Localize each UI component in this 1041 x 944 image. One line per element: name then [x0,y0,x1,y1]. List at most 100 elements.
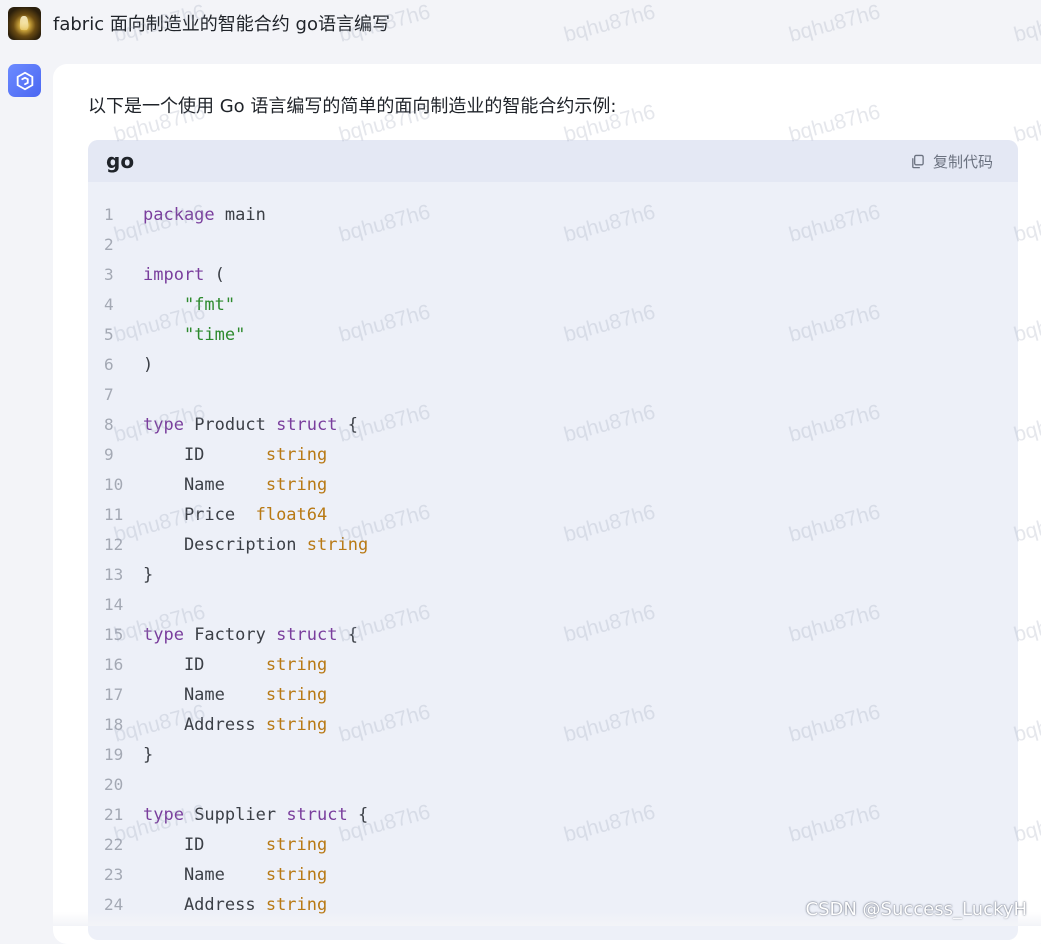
code-token: ID [143,835,266,855]
line-number: 14 [104,595,124,614]
code-token: string [265,655,328,675]
code-line: 3 import ( [88,260,1018,290]
code-token: Address [143,715,266,735]
user-message-row: fabric 面向制造业的智能合约 go语言编写 [8,6,390,40]
answer-card: 以下是一个使用 Go 语言编写的简单的面向制造业的智能合约示例: go 复制代码… [53,64,1041,944]
code-token: import [143,265,205,285]
line-number: 17 [104,685,124,704]
bot-logo-icon [8,64,41,97]
line-number: 15 [104,625,124,644]
watermark-text: bqhu87h6 [561,0,658,47]
code-token: float64 [255,505,328,525]
code-token: Name [143,685,266,705]
code-block-header: go 复制代码 [88,140,1018,182]
code-text: Name string [130,860,327,890]
user-avatar[interactable] [8,6,41,40]
code-token: ID [143,655,266,675]
code-token: type [143,625,184,645]
code-body[interactable]: 1 package main 2 3 import (4 "fmt" 5 "time" 6)… [88,200,1018,920]
code-text: Address string [130,710,327,740]
copy-code-label: 复制代码 [932,152,993,171]
code-token: Supplier [183,805,287,825]
code-line: 13} [88,560,1018,590]
code-token: struct [276,625,338,645]
line-number: 6 [104,355,114,374]
code-text: ) [130,350,153,380]
code-token: Name [143,865,266,885]
code-line: 10 Name string [88,470,1018,500]
code-text: } [130,740,153,770]
code-line: 23 Name string [88,860,1018,890]
line-number: 5 [104,325,114,344]
code-line: 19} [88,740,1018,770]
code-token: Product [183,415,277,435]
code-line: 14 [88,590,1018,620]
watermark-text: bqhu87h6 [786,0,883,47]
code-text: Name string [130,680,327,710]
code-language-label: go [106,149,135,173]
code-line: 6) [88,350,1018,380]
code-token: { [337,415,358,435]
code-line: 16 ID string [88,650,1018,680]
code-line: 11 Price float64 [88,500,1018,530]
code-token: string [306,535,369,555]
code-text: "time" [130,320,245,350]
code-text: package main [130,200,266,230]
code-text: import ( [130,260,225,290]
line-number: 9 [104,445,114,464]
line-number: 3 [104,265,114,284]
line-number: 4 [104,295,114,314]
code-line: 22 ID string [88,830,1018,860]
code-line: 9 ID string [88,440,1018,470]
code-line: 7 [88,380,1018,410]
code-token: package [143,205,215,225]
line-number: 21 [104,805,124,824]
code-line: 4 "fmt" [88,290,1018,320]
code-block: go 复制代码 1 package main 2 3 import (4 "fmt" 5 … [88,140,1018,940]
copy-code-button[interactable]: 复制代码 [910,151,993,172]
code-token: "fmt" [183,295,236,315]
line-number: 23 [104,865,124,884]
code-token: string [265,475,328,495]
code-token: struct [276,415,338,435]
code-line: 2 [88,230,1018,260]
code-token: struct [286,805,348,825]
code-text: Name string [130,470,327,500]
code-token: { [347,805,369,825]
line-number: 16 [104,655,124,674]
code-token: string [265,835,328,855]
line-number: 20 [104,775,124,794]
code-text: ID string [130,830,327,860]
code-token: string [265,445,328,465]
code-line: 17 Name string [88,680,1018,710]
code-token: Price [143,505,256,525]
line-number: 1 [104,205,114,224]
code-token: } [143,565,154,585]
line-number: 7 [104,385,114,404]
copy-icon [912,154,924,168]
line-number: 18 [104,715,124,734]
code-text: ID string [130,650,327,680]
code-token: ) [143,355,154,375]
code-line: 8 type Product struct { [88,410,1018,440]
code-text: type Product struct { [130,410,358,440]
code-token: type [143,805,184,825]
code-line: 12 Description string [88,530,1018,560]
code-token: type [143,415,184,435]
code-text: "fmt" [130,290,235,320]
code-token: Name [143,475,266,495]
line-number: 10 [104,475,124,494]
code-text: type Factory struct { [130,620,358,650]
code-line: 18 Address string [88,710,1018,740]
code-text: Description string [130,530,368,560]
code-token: string [265,865,328,885]
code-token: Factory [183,625,277,645]
code-text: type Supplier struct { [130,800,368,830]
line-number: 11 [104,505,124,524]
code-line: 5 "time" [88,320,1018,350]
user-question: fabric 面向制造业的智能合约 go语言编写 [53,14,390,35]
